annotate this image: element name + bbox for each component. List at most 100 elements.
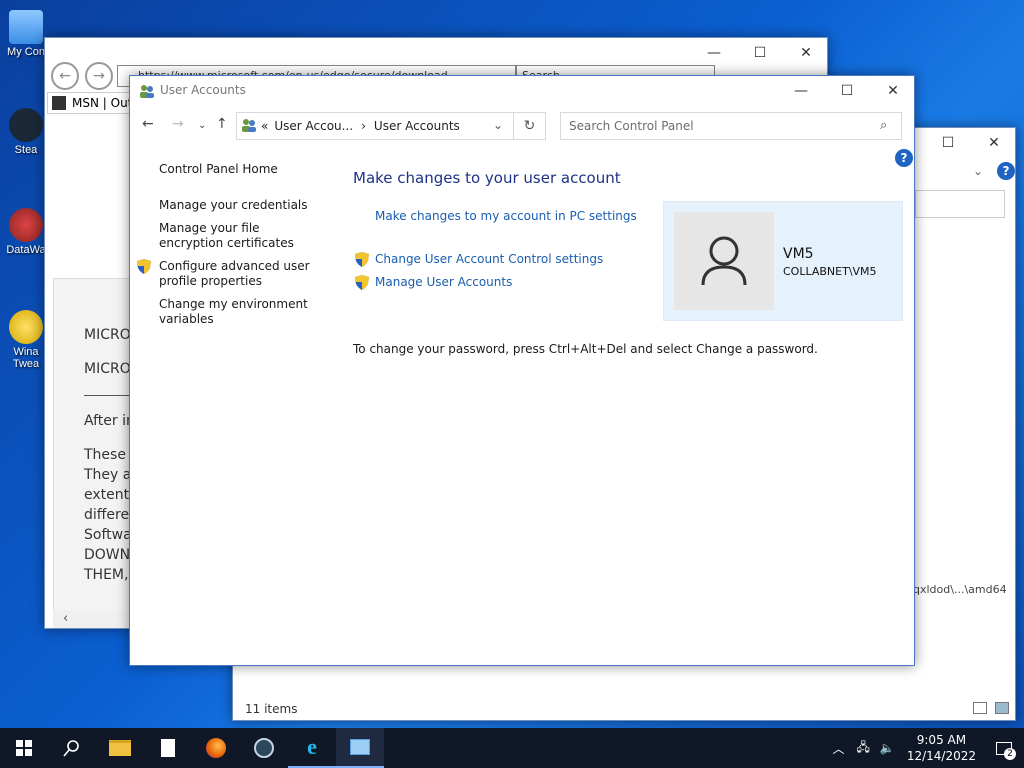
content-line: After in [84, 413, 135, 429]
close-button[interactable]: ✕ [870, 76, 916, 106]
help-icon[interactable]: ? [997, 162, 1015, 180]
up-icon[interactable]: ↑ [216, 116, 228, 132]
maximize-button[interactable]: ☐ [925, 128, 971, 158]
taskbar-firefox[interactable] [192, 728, 240, 768]
windows-icon [16, 740, 32, 756]
path-text: qxldod\...\amd64 [913, 583, 1007, 596]
file-encryption-link[interactable]: Manage your file encryption certificates [159, 221, 319, 251]
desktop-icon-label: Wina Twea [12, 346, 40, 370]
address-bar[interactable]: « User Accou... › User Accounts ⌄ [236, 112, 514, 140]
horizontal-scrollbar[interactable]: ‹ [53, 610, 137, 628]
window-title: User Accounts [160, 83, 246, 97]
password-note: To change your password, press Ctrl+Alt+… [353, 342, 818, 356]
desktop-icon-label: DataWa [6, 244, 46, 256]
volume-icon[interactable]: 🔈 [880, 741, 895, 755]
shield-icon [137, 259, 151, 274]
start-button[interactable] [0, 728, 48, 768]
minimize-button[interactable]: — [778, 76, 824, 106]
users-icon [241, 117, 257, 136]
steam-icon [254, 738, 274, 758]
folder-icon [109, 740, 131, 756]
clock-time: 9:05 AM [916, 733, 967, 747]
msn-icon [52, 96, 66, 110]
details-view-icon[interactable] [973, 702, 987, 714]
close-button[interactable]: ✕ [971, 128, 1017, 158]
chevron-down-icon[interactable]: ⌄ [973, 164, 983, 178]
pc-settings-link[interactable]: Make changes to my account in PC setting… [375, 209, 637, 223]
page-title: Make changes to your user account [353, 169, 621, 187]
clock-date: 12/14/2022 [906, 749, 976, 763]
tab-msn[interactable]: MSN | Outl [47, 92, 131, 114]
desktop-icon-label: My Con [7, 46, 45, 58]
content-line: MICRO [84, 361, 131, 377]
taskbar-file-explorer[interactable] [96, 728, 144, 768]
content-line: DOWN [84, 547, 131, 563]
desktop-icon-winaero-tweaker[interactable]: Wina Twea [2, 310, 50, 370]
forward-icon[interactable]: → [172, 116, 184, 132]
forward-icon[interactable]: → [85, 62, 113, 90]
desktop-icon-my-computer[interactable]: My Con [2, 10, 50, 58]
content-line: MICRO [84, 327, 131, 343]
action-center-button[interactable]: 2 [984, 728, 1024, 768]
desktop-icon-label: Stea [14, 144, 38, 156]
help-icon[interactable]: ? [895, 149, 913, 167]
user-accounts-window[interactable]: User Accounts — ☐ ✕ ← → ⌄ ↑ « User Accou… [129, 75, 915, 666]
uac-settings-link[interactable]: Change User Account Control settings [375, 252, 603, 266]
search-button[interactable] [48, 728, 96, 768]
search-field[interactable] [915, 190, 1005, 218]
firefox-icon [206, 738, 226, 758]
shield-icon [355, 252, 369, 267]
desktop-icon-datawarrior[interactable]: DataWa [2, 208, 50, 256]
steam-icon [9, 108, 43, 142]
maximize-button[interactable]: ☐ [737, 38, 783, 68]
minimize-button[interactable]: — [691, 38, 737, 68]
ie-icon: e [307, 734, 317, 759]
manage-user-accounts-link[interactable]: Manage User Accounts [375, 275, 512, 289]
avatar [674, 212, 774, 310]
system-tray: ︿ 🖧 🔈 9:05 AM 12/14/2022 2 [832, 728, 1024, 768]
desktop-icon-steam[interactable]: Stea [2, 108, 50, 156]
breadcrumb-item[interactable]: User Accou... [274, 119, 353, 133]
content-line: THEM, [84, 567, 129, 583]
status-item-count: 11 items [245, 702, 298, 716]
search-icon[interactable]: ⌕ [880, 118, 887, 133]
close-button[interactable]: ✕ [783, 38, 829, 68]
search-icon [63, 740, 79, 757]
taskbar: e ︿ 🖧 🔈 9:05 AM 12/14/2022 2 [0, 728, 1024, 768]
datawarrior-icon [9, 208, 43, 242]
large-icons-view-icon[interactable] [995, 702, 1009, 714]
back-icon[interactable]: ← [51, 62, 79, 90]
taskbar-control-panel[interactable] [336, 728, 384, 768]
notification-badge: 2 [1004, 748, 1016, 760]
taskbar-notepad[interactable] [144, 728, 192, 768]
network-icon[interactable]: 🖧 [856, 738, 869, 759]
control-panel-icon [350, 739, 370, 755]
chevron-left-icon[interactable]: ‹ [63, 611, 68, 626]
chevron-down-icon[interactable]: ⌄ [493, 118, 503, 132]
user-card: VM5 COLLABNET\VM5 [663, 201, 903, 321]
taskbar-steam[interactable] [240, 728, 288, 768]
tab-label: MSN | Outl [72, 96, 131, 110]
breadcrumb-prefix[interactable]: « [261, 119, 268, 133]
advanced-profile-link[interactable]: Configure advanced user profile properti… [159, 259, 319, 289]
maximize-button[interactable]: ☐ [824, 76, 870, 106]
breadcrumb-item[interactable]: User Accounts [374, 119, 460, 133]
chevron-up-icon[interactable]: ︿ [832, 740, 844, 757]
users-icon [139, 83, 155, 99]
user-icon [701, 236, 747, 286]
refresh-button[interactable]: ↻ [514, 112, 546, 140]
manage-credentials-link[interactable]: Manage your credentials [159, 198, 319, 213]
recent-chevron-icon[interactable]: ⌄ [198, 120, 206, 131]
control-panel-home-link[interactable]: Control Panel Home [159, 162, 319, 177]
user-domain: COLLABNET\VM5 [783, 265, 877, 278]
document-icon [161, 739, 175, 757]
computer-icon [9, 10, 43, 44]
user-name: VM5 [783, 246, 814, 262]
clock[interactable]: 9:05 AM 12/14/2022 [907, 732, 976, 764]
chevron-right-icon: › [361, 119, 366, 133]
search-input[interactable]: Search Control Panel [560, 112, 902, 140]
back-icon[interactable]: ← [142, 116, 154, 132]
shield-icon [355, 275, 369, 290]
taskbar-internet-explorer[interactable]: e [288, 728, 336, 768]
environment-variables-link[interactable]: Change my environment variables [159, 297, 319, 327]
